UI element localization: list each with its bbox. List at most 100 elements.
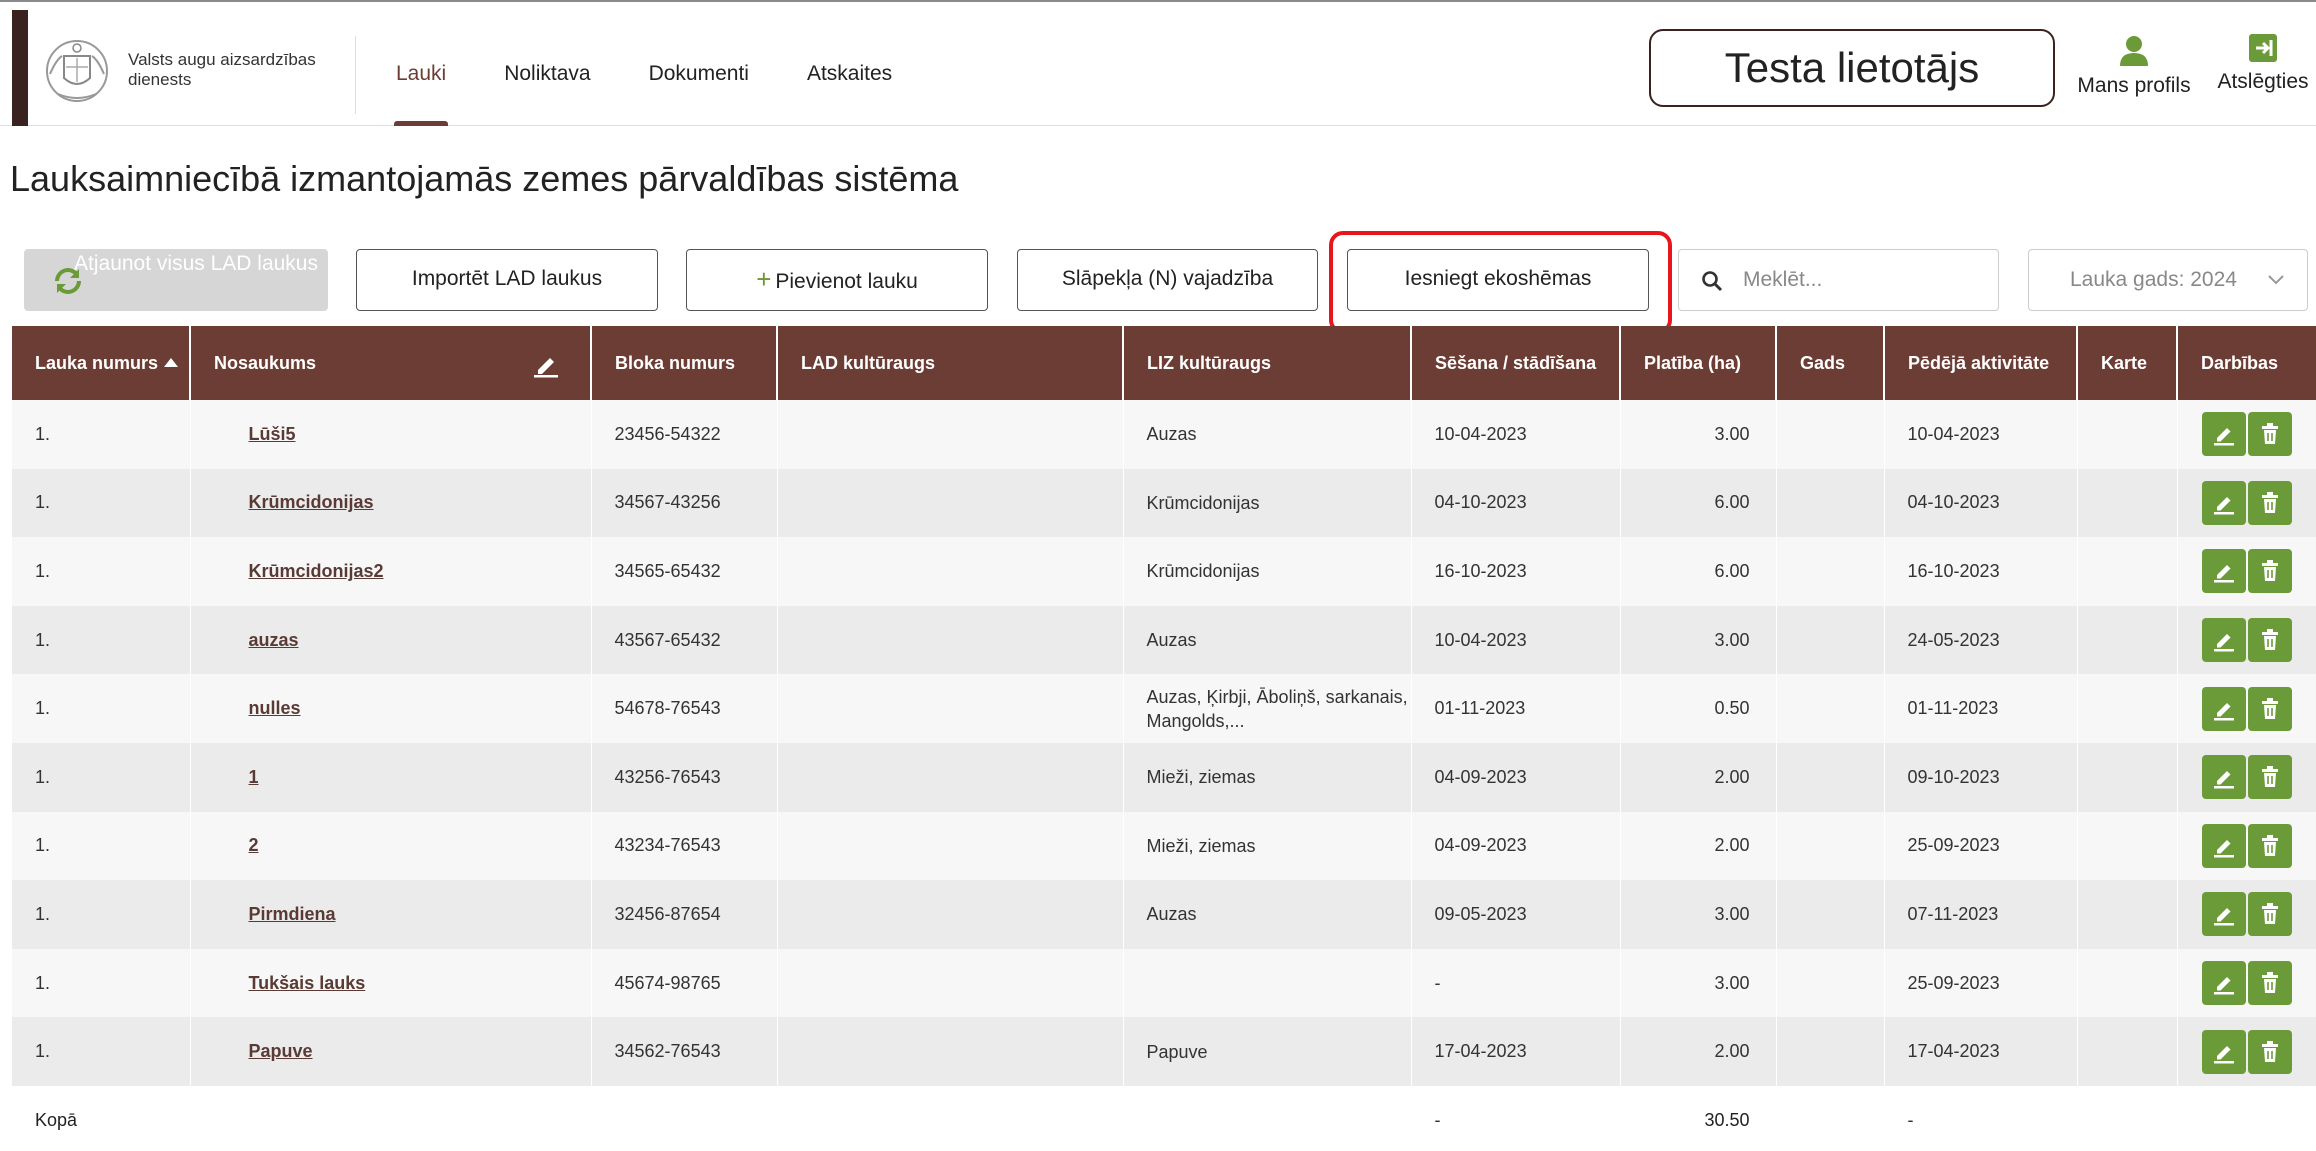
col-year[interactable]: Gads [1776,326,1885,400]
page-title: Lauksaimniecībā izmantojamās zemes pārva… [10,158,959,199]
logout-button[interactable]: Atslēgties [2213,34,2313,94]
cell-sowing: 16-10-2023 [1411,537,1621,606]
trash-icon [2261,560,2278,582]
field-year-select[interactable]: Lauka gads: 2024 [2028,249,2308,311]
table-row: 1. Lūši5 23456-54322 Auzas 10-04-2023 3.00 10-… [12,400,2316,469]
col-name[interactable]: Nosaukums [190,326,592,400]
cell-name: Lūši5 [190,400,592,469]
trash-icon [2261,1040,2278,1062]
cell-liz-crop: Papuve [1123,1017,1412,1086]
total-empty [190,1085,592,1151]
field-name-link[interactable]: Lūši5 [249,424,296,444]
profile-label: Mans profils [2077,74,2191,97]
delete-row-button[interactable] [2247,755,2292,800]
edit-icon [2213,908,2234,926]
cell-area: 3.00 [1620,605,1777,675]
search-input[interactable] [1743,262,1983,298]
edit-icon [2213,702,2234,721]
search-box[interactable] [1678,249,1999,311]
field-name-link[interactable]: Papuve [249,1041,313,1061]
nav-dokumenti[interactable]: Dokumenti [649,10,749,126]
delete-row-button[interactable] [2247,1029,2292,1074]
cell-name: 1 [190,742,592,812]
col-block-number[interactable]: Bloka numurs [591,326,778,400]
nav-atskaites[interactable]: Atskaites [807,10,892,126]
col-sowing[interactable]: Sēšana / stādīšana [1411,326,1621,400]
cell-liz-crop: Krūmcidonijas [1123,537,1412,606]
field-name-link[interactable]: 2 [249,835,259,855]
cell-last-activity: 01-11-2023 [1884,674,2078,743]
refresh-lad-button[interactable]: Atjaunot visus LAD laukus [24,249,328,311]
col-map[interactable]: Karte [2077,326,2178,400]
col-liz-crop[interactable]: LIZ kultūraugs [1123,326,1412,400]
cell-block-number: 43234-76543 [591,811,778,881]
cell-name: Krūmcidonijas2 [190,537,592,606]
field-name-link[interactable]: Tukšais lauks [249,973,366,993]
delete-row-button[interactable] [2247,961,2292,1006]
chevron-down-icon [2268,275,2284,285]
cell-field-number: 1. [12,537,191,606]
delete-row-button[interactable] [2247,549,2292,594]
edit-row-button[interactable] [2201,549,2246,594]
edit-row-button[interactable] [2201,892,2246,937]
logout-icon [2249,34,2277,62]
cell-field-number: 1. [12,880,191,949]
cell-liz-crop: Auzas [1123,400,1412,469]
cell-field-number: 1. [12,605,191,675]
nav-noliktava[interactable]: Noliktava [504,10,590,126]
cell-actions [2177,468,2316,538]
total-sowing: - [1411,1085,1621,1151]
delete-row-button[interactable] [2247,412,2292,457]
cell-map [2077,605,2178,675]
table-row: 1. Tukšais lauks 45674-98765 -3.00 25-09-202… [12,948,2316,1018]
field-name-link[interactable]: 1 [249,767,259,787]
edit-row-button[interactable] [2201,480,2246,525]
cell-lad-crop [777,880,1124,949]
delete-row-button[interactable] [2247,892,2292,937]
edit-icon[interactable] [532,350,560,378]
cell-liz-crop: Auzas [1123,605,1412,675]
total-empty [777,1085,1124,1151]
edit-row-button[interactable] [2201,755,2246,800]
cell-sowing: 04-09-2023 [1411,742,1621,812]
col-field-number[interactable]: Lauka numurs [12,326,191,400]
top-header: Valsts augu aizsardzības dienests Lauki … [0,10,2316,126]
edit-row-button[interactable] [2201,412,2246,457]
table-row: 1. nulles 54678-76543 Auzas, Ķirbji, Āboliņ… [12,674,2316,743]
col-area[interactable]: Platība (ha) [1620,326,1777,400]
edit-row-button[interactable] [2201,823,2246,868]
nav-lauki[interactable]: Lauki [393,10,449,126]
total-label: Kopā [12,1085,191,1151]
delete-row-button[interactable] [2247,480,2292,525]
field-name-link[interactable]: nulles [249,698,301,718]
cell-lad-crop [777,400,1124,469]
edit-row-button[interactable] [2201,686,2246,731]
cell-last-activity: 09-10-2023 [1884,742,2078,812]
edit-row-button[interactable] [2201,618,2246,663]
col-lad-crop[interactable]: LAD kultūraugs [777,326,1124,400]
cell-name: Papuve [190,1017,592,1086]
cell-year [1776,400,1885,469]
field-name-link[interactable]: Pirmdiena [249,904,336,924]
nitrogen-button[interactable]: Slāpekļa (N) vajadzība [1017,249,1318,311]
delete-row-button[interactable] [2247,686,2292,731]
profile-button[interactable]: Mans profils [2075,34,2193,98]
submit-eco-schemes-button[interactable]: Iesniegt ekoshēmas [1347,249,1649,311]
field-name-link[interactable]: Krūmcidonijas [249,492,374,512]
add-field-button[interactable]: + Pievienot lauku [686,249,988,311]
cell-lad-crop [777,674,1124,743]
field-name-link[interactable]: Krūmcidonijas2 [249,561,384,581]
trash-icon [2261,697,2278,719]
cell-map [2077,537,2178,606]
cell-field-number: 1. [12,468,191,538]
cell-lad-crop [777,742,1124,812]
import-lad-button[interactable]: Importēt LAD laukus [356,249,658,311]
delete-row-button[interactable] [2247,618,2292,663]
col-last-activity[interactable]: Pēdējā aktivitāte [1884,326,2078,400]
edit-row-button[interactable] [2201,961,2246,1006]
edit-row-button[interactable] [2201,1029,2246,1074]
cell-actions [2177,537,2316,606]
total-empty [591,1085,778,1151]
field-name-link[interactable]: auzas [249,630,299,650]
delete-row-button[interactable] [2247,823,2292,868]
